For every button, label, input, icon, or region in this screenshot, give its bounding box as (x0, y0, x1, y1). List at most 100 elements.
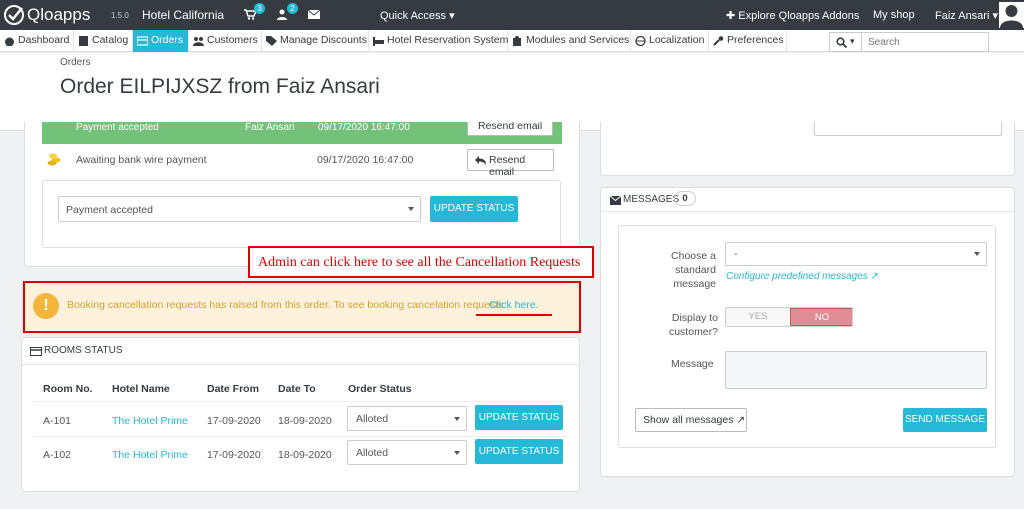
search-input[interactable] (862, 32, 989, 52)
caret-down-icon (454, 450, 460, 455)
version-label: 1.5.0 (111, 11, 129, 20)
top-bar: Qloapps 1.5.0 Hotel California 3 2 Quick… (0, 0, 1024, 30)
right-top-panel (600, 122, 1015, 176)
messages-count-badge: 0 (674, 191, 696, 206)
resend-email-button[interactable]: Resend email (467, 122, 553, 136)
toggle-yes[interactable]: YES (726, 308, 790, 326)
cart-badge: 3 (254, 3, 265, 14)
nav-label: Orders (151, 34, 184, 46)
column-header: Order Status (348, 383, 412, 395)
nav-label: Hotel Reservation System (387, 34, 509, 46)
select-value: Alloted (356, 413, 389, 425)
table-row: A-102 The Hotel Prime 17-09-2020 18-09-2… (34, 436, 568, 471)
column-header: Room No. (43, 383, 93, 395)
label-line: customer? (668, 326, 718, 338)
nav-catalog[interactable]: Catalog (74, 30, 133, 52)
brand-name[interactable]: Qloapps (27, 5, 90, 25)
update-status-button[interactable]: UPDATE STATUS (430, 196, 518, 222)
envelope-icon[interactable] (308, 9, 320, 20)
nav-label: Dashboard (18, 34, 70, 46)
nav-orders[interactable]: Orders (133, 30, 189, 52)
envelope-icon (610, 196, 621, 205)
nav-modules[interactable]: Modules and Services (508, 30, 631, 52)
bed-icon (373, 37, 384, 46)
cancellation-requests-link[interactable]: Click here. (489, 299, 539, 311)
select-value: Payment accepted (66, 204, 153, 216)
reply-icon (475, 156, 486, 165)
room-number: A-101 (43, 415, 72, 427)
caret-down-icon (974, 252, 980, 256)
update-room-status-button[interactable]: UPDATE STATUS (475, 439, 563, 464)
message-label: Message (671, 358, 714, 370)
search-filter-button[interactable]: ▾ (829, 32, 862, 52)
select-value: Alloted (356, 447, 389, 459)
quick-access-menu[interactable]: Quick Access ▾ (380, 9, 455, 22)
date-to: 18-09-2020 (278, 449, 332, 461)
external-link-icon: ↗ (870, 271, 879, 282)
partial-input[interactable] (814, 122, 1002, 136)
configure-messages-link[interactable]: Configure predefined messages ↗ (726, 271, 879, 282)
label-line: standard (675, 264, 716, 276)
caret-down-icon: ▾ (850, 36, 855, 46)
update-room-status-button[interactable]: UPDATE STATUS (475, 405, 563, 430)
choose-message-label: Choose a standard message (654, 249, 716, 291)
quick-access-label: Quick Access (380, 10, 447, 22)
nav-manage-discounts[interactable]: Manage Discounts (262, 30, 369, 52)
shop-name[interactable]: Hotel California (142, 8, 224, 22)
cancellation-alert: ! Booking cancellation requests has rais… (23, 281, 581, 333)
show-all-messages-button[interactable]: Show all messages ↗ (635, 408, 747, 432)
divider (22, 364, 579, 365)
room-status-select[interactable]: Alloted (347, 406, 467, 431)
hotel-name-link[interactable]: The Hotel Prime (112, 415, 188, 427)
label-line: Choose a (671, 250, 716, 262)
nav-localization[interactable]: Localization (631, 30, 709, 52)
avatar[interactable] (999, 2, 1024, 28)
caret-down-icon (454, 416, 460, 421)
display-toggle[interactable]: YES NO (725, 307, 853, 327)
annotation-callout: Admin can click here to see all the Canc… (248, 246, 594, 278)
book-icon (79, 36, 88, 46)
caret-down-icon: ▾ (992, 10, 999, 22)
toggle-no[interactable]: NO (790, 308, 852, 326)
logo-icon[interactable] (3, 4, 25, 26)
nav-label: Preferences (727, 34, 784, 46)
message-form: Choose a standard message - Configure pred… (618, 225, 996, 448)
alert-text: Booking cancellation requests has raised… (67, 299, 504, 311)
column-header: Hotel Name (112, 383, 170, 395)
explore-label: Explore Qloapps Addons (738, 10, 860, 22)
table-row: A-101 The Hotel Prime 17-09-2020 18-09-2… (34, 401, 568, 436)
send-message-button[interactable]: SEND MESSAGE (903, 408, 987, 432)
standard-message-select[interactable]: - (725, 242, 987, 266)
message-textarea[interactable] (725, 351, 987, 389)
rooms-status-title: ROOMS STATUS (44, 345, 123, 356)
order-status-select[interactable]: Payment accepted (58, 196, 421, 222)
nav-hotel-reservation[interactable]: Hotel Reservation System (369, 30, 508, 52)
nav-preferences[interactable]: Preferences (709, 30, 787, 52)
page-header: Orders Order EILPIJXSZ from Faiz Ansari (0, 53, 1024, 131)
search-icon (836, 37, 847, 48)
user-name: Faiz Ansari (935, 10, 990, 22)
explore-addons-link[interactable]: ✚ Explore Qloapps Addons (726, 9, 859, 22)
external-link-icon: ↗ (736, 414, 746, 426)
credit-card-icon (30, 347, 42, 356)
button-label: Resend email (489, 154, 526, 178)
history-date: 09/17/2020 16:47:00 (317, 154, 414, 166)
resend-email-button[interactable]: Resend email (467, 149, 554, 178)
room-status-select[interactable]: Alloted (347, 440, 467, 465)
history-user: Faiz Ansari (245, 122, 295, 133)
history-row-current: Payment accepted Faiz Ansari 09/17/2020 … (42, 122, 562, 144)
date-to: 18-09-2020 (278, 415, 332, 427)
caret-down-icon: ▾ (449, 10, 455, 22)
hotel-name-link[interactable]: The Hotel Prime (112, 449, 188, 461)
select-value: - (734, 248, 738, 260)
history-status: Payment accepted (76, 122, 159, 133)
credit-card-icon (137, 36, 148, 46)
date-from: 17-09-2020 (207, 449, 261, 461)
nav-customers[interactable]: Customers (189, 30, 262, 52)
nav-dashboard[interactable]: Dashboard (0, 30, 74, 52)
breadcrumb[interactable]: Orders (60, 57, 91, 68)
user-menu[interactable]: Faiz Ansari ▾ (935, 9, 998, 22)
my-shop-link[interactable]: My shop (873, 9, 915, 21)
user-icon[interactable] (276, 9, 288, 20)
warning-icon: ! (33, 293, 59, 319)
